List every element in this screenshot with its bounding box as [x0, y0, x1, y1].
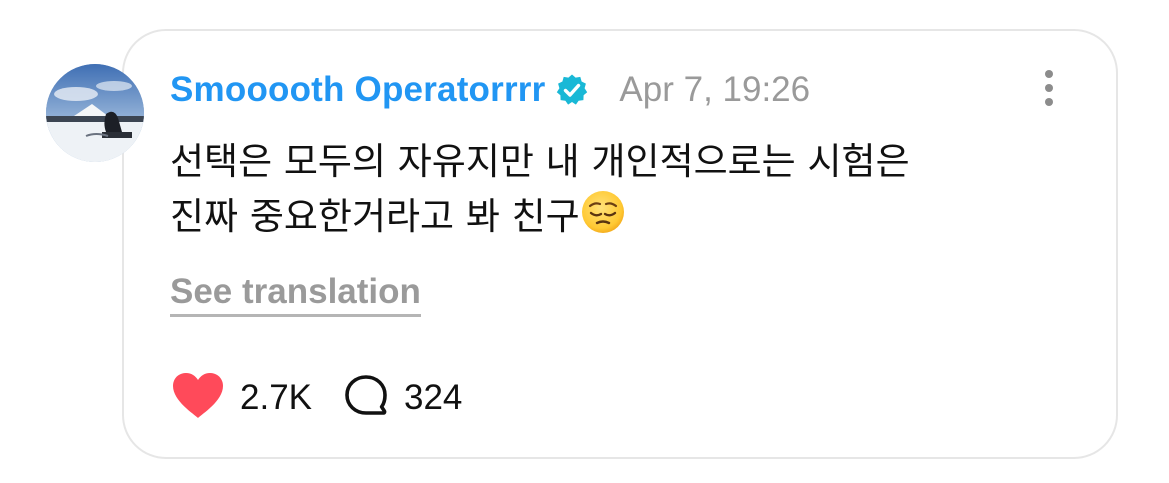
like-button[interactable]: 2.7K [170, 371, 312, 426]
post-text-line-2: 진짜 중요한거라고 봐 친구 [170, 189, 1070, 244]
author-name[interactable]: Smooooth Operatorrrr [170, 70, 545, 110]
avatar[interactable] [46, 64, 144, 162]
post-text: 선택은 모두의 자유지만 내 개인적으로는 시험은 진짜 중요한거라고 봐 친구 [170, 134, 1070, 244]
pensive-face-emoji [580, 189, 626, 235]
post-timestamp: Apr 7, 19:26 [619, 70, 811, 109]
avatar-image [46, 64, 144, 162]
post-text-line-2-text: 진짜 중요한거라고 봐 친구 [170, 195, 580, 238]
heart-icon [170, 371, 226, 426]
more-vertical-icon[interactable] [1041, 70, 1057, 110]
post-header: Smooooth Operatorrrr Apr 7, 19:26 [170, 66, 810, 114]
reply-count: 324 [404, 378, 463, 417]
verified-badge-icon [555, 73, 589, 107]
see-translation-link[interactable]: See translation [170, 272, 421, 317]
post-actions: 2.7K 324 [170, 368, 462, 428]
like-count: 2.7K [240, 378, 312, 417]
post-text-line-1: 선택은 모두의 자유지만 내 개인적으로는 시험은 [170, 140, 910, 183]
speech-bubble-icon [342, 373, 390, 424]
reply-button[interactable]: 324 [342, 373, 462, 424]
